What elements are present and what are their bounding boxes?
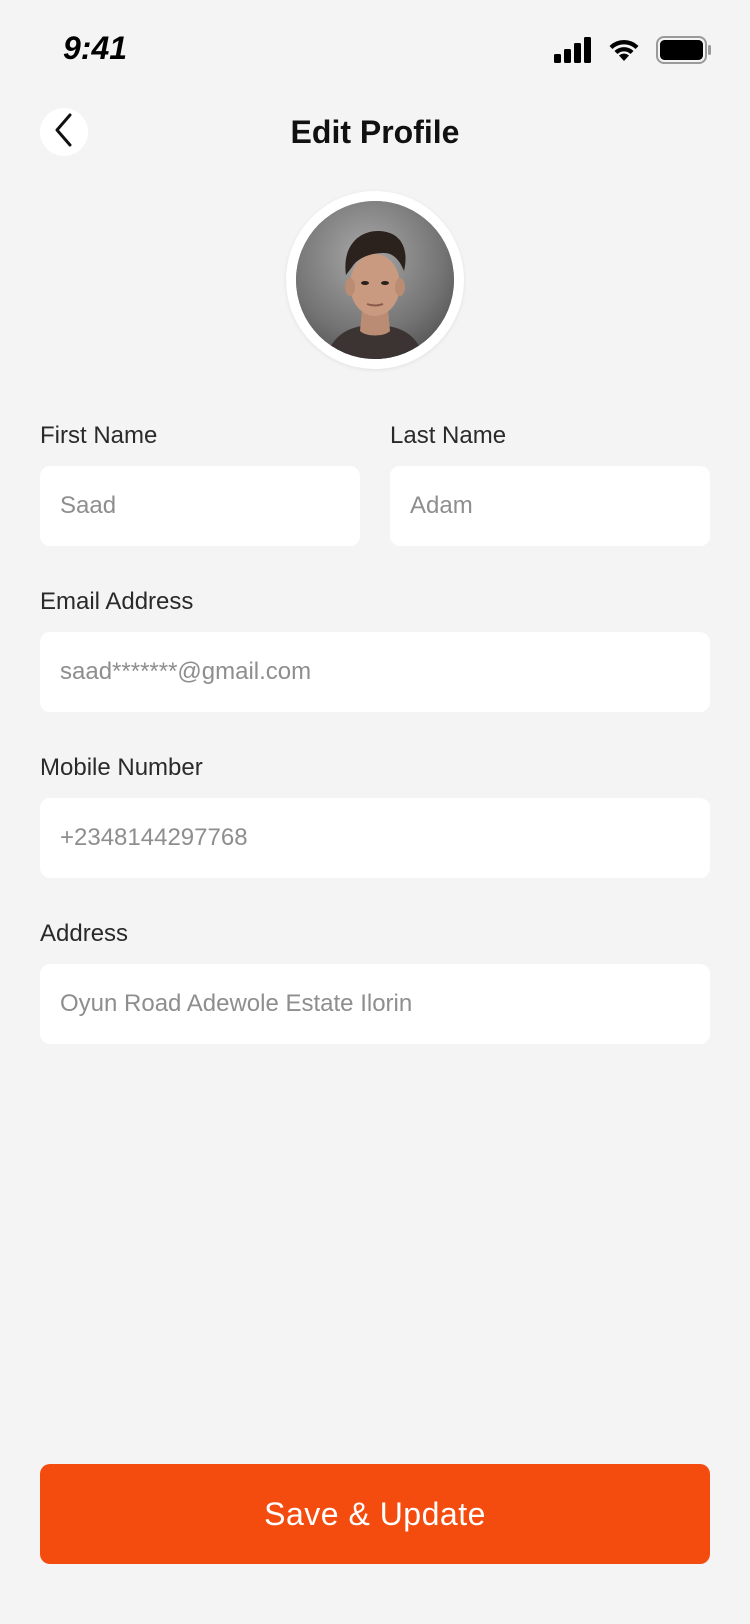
status-time: 9:41 [63, 30, 128, 66]
avatar [296, 201, 454, 359]
last-name-input[interactable] [410, 492, 710, 520]
last-name-field[interactable] [390, 466, 710, 546]
email-label: Email Address [40, 588, 194, 615]
address-label: Address [40, 920, 129, 947]
first-name-label: First Name [40, 422, 158, 449]
last-name-label: Last Name [390, 422, 507, 449]
avatar-container[interactable] [286, 191, 464, 369]
cellular-signal-icon [554, 37, 592, 68]
first-name-field[interactable] [40, 466, 360, 546]
email-field[interactable] [40, 632, 710, 712]
profile-photo [296, 201, 454, 359]
status-bar: 9:41 [0, 0, 750, 100]
mobile-field[interactable] [40, 798, 710, 878]
save-update-button[interactable]: Save & Update [40, 1464, 710, 1564]
mobile-label: Mobile Number [40, 754, 203, 781]
wifi-icon [606, 37, 642, 68]
address-field[interactable] [40, 964, 710, 1044]
battery-icon [656, 36, 712, 69]
first-name-input[interactable] [60, 492, 360, 520]
mobile-input[interactable] [60, 824, 710, 852]
status-icons [554, 36, 712, 69]
address-input[interactable] [60, 990, 710, 1018]
page-title: Edit Profile [290, 114, 460, 150]
email-input[interactable] [60, 658, 710, 686]
